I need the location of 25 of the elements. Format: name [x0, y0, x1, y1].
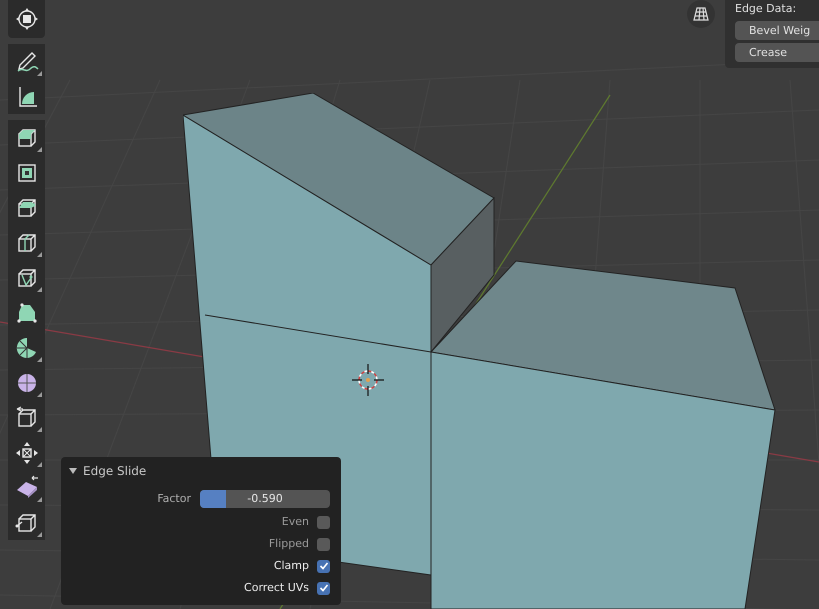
perspective-grid-button[interactable] [687, 0, 715, 28]
3d-cursor-icon [352, 364, 384, 396]
option-label: Flipped [268, 536, 309, 552]
tool-button[interactable] [8, 120, 45, 155]
checkbox[interactable] [317, 538, 330, 550]
checkbox[interactable] [317, 516, 330, 528]
tool-button[interactable] [8, 0, 45, 38]
checkbox[interactable] [317, 582, 330, 594]
cursor-tool-icon [14, 6, 40, 32]
panel-title: Edge Data: [735, 1, 798, 17]
option-label: Clamp [274, 558, 309, 574]
panel-title: Edge Slide [83, 463, 146, 480]
number-field[interactable]: Bevel Weig [735, 20, 819, 40]
tool-button[interactable] [8, 44, 45, 79]
option-label: Even [282, 514, 309, 530]
checkbox[interactable] [317, 560, 330, 572]
tool-button[interactable] [8, 79, 45, 114]
collapse-triangle-icon[interactable] [69, 467, 77, 475]
factor-slider[interactable]: -0.590 [200, 490, 330, 508]
field-label: Factor [157, 490, 191, 507]
number-field[interactable]: Crease [735, 42, 819, 62]
move-tool-icon [14, 440, 40, 466]
option-label: Correct UVs [244, 580, 309, 596]
grid-icon [693, 7, 709, 21]
tool-button[interactable] [8, 505, 45, 540]
